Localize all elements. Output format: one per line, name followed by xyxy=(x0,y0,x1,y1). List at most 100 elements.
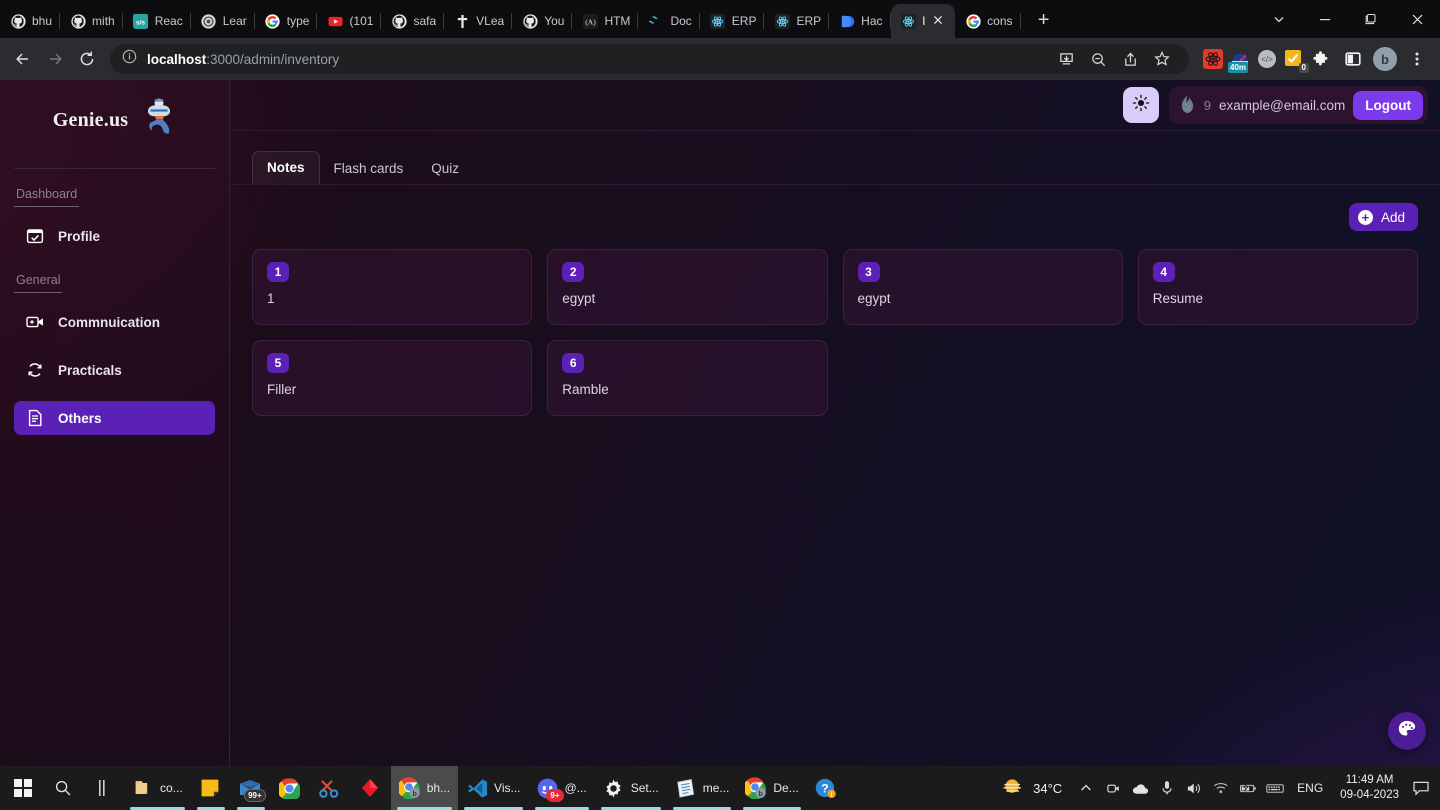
sidebar-item-profile[interactable]: Profile xyxy=(14,219,215,253)
note-title: 1 xyxy=(267,291,275,306)
browser-tab[interactable]: l xyxy=(890,4,956,38)
profile-avatar[interactable]: b xyxy=(1370,44,1400,74)
taskbar-item[interactable]: 99+ xyxy=(231,766,271,810)
three-dot-menu-icon[interactable] xyxy=(1402,44,1432,74)
taskbar-clock[interactable]: 11:49 AM 09-04-2023 xyxy=(1336,773,1403,803)
browser-tab[interactable]: type xyxy=(255,4,318,38)
zoom-out-icon[interactable] xyxy=(1083,44,1113,74)
battery-charging-icon[interactable] xyxy=(1239,779,1257,797)
taskbar-item-badge: 99+ xyxy=(244,789,266,802)
address-bar[interactable]: localhost:3000/admin/inventory xyxy=(110,44,1189,74)
note-card[interactable]: 3 egypt xyxy=(842,249,1123,325)
extension-badge: 40m xyxy=(1228,62,1249,73)
browser-tab[interactable]: mith xyxy=(60,4,123,38)
brand[interactable]: Genie.us xyxy=(0,80,229,160)
sidebar-item-practicals[interactable]: Practicals xyxy=(14,353,215,387)
note-card[interactable]: 2 egypt xyxy=(547,249,828,325)
browser-tab[interactable]: Hac xyxy=(829,4,891,38)
share-icon[interactable] xyxy=(1115,44,1145,74)
wifi-icon[interactable] xyxy=(1212,779,1230,797)
taskbar-item[interactable]: Set... xyxy=(595,766,667,810)
reload-icon[interactable] xyxy=(72,44,102,74)
onedrive-cloud-icon[interactable] xyxy=(1131,779,1149,797)
browser-tab[interactable]: bhu xyxy=(0,4,61,38)
back-arrow-icon[interactable] xyxy=(8,44,38,74)
browser-tab[interactable]: ERP xyxy=(764,4,830,38)
tab-quiz[interactable]: Quiz xyxy=(417,153,473,184)
browser-tab[interactable]: cons xyxy=(955,4,1021,38)
logout-button[interactable]: Logout xyxy=(1353,90,1423,120)
note-number-badge: 6 xyxy=(562,353,585,373)
tasks-extension[interactable]: 0 xyxy=(1284,49,1309,73)
taskbar-item[interactable]: co... xyxy=(124,766,191,810)
browser-tab[interactable]: s/s Reac xyxy=(123,4,191,38)
add-button[interactable]: + Add xyxy=(1348,203,1418,231)
input-language[interactable]: ENG xyxy=(1293,781,1327,795)
svg-text:s/s: s/s xyxy=(136,19,145,26)
browser-tab[interactable]: (101 xyxy=(317,4,382,38)
tab-notes[interactable]: Notes xyxy=(252,151,320,184)
taskbar-item[interactable] xyxy=(271,766,311,810)
note-card[interactable]: 4 Resume xyxy=(1137,249,1418,325)
tab-close-icon[interactable] xyxy=(931,13,947,29)
chevron-up-icon[interactable] xyxy=(1077,779,1095,797)
taskbar-item[interactable]: b bh... xyxy=(390,766,459,810)
side-panel-icon[interactable] xyxy=(1338,44,1368,74)
sidebar-item-label: Commnuication xyxy=(58,314,161,330)
react-icon xyxy=(774,13,790,29)
app-sidebar: Genie.us Dashboard Profile General Commnuic… xyxy=(0,80,230,766)
react-devtools-extension[interactable] xyxy=(1203,49,1223,69)
puzzle-extensions-icon[interactable] xyxy=(1306,44,1336,74)
video-add-icon xyxy=(26,313,44,331)
speaker-icon[interactable] xyxy=(1185,779,1203,797)
note-card[interactable]: 5 Filler xyxy=(252,340,533,416)
sidebar-item-commnuication[interactable]: Commnuication xyxy=(14,305,215,339)
bookmark-star-icon[interactable] xyxy=(1147,44,1177,74)
calendar-check-icon xyxy=(26,227,44,245)
code-extension[interactable]: </> xyxy=(1257,49,1277,69)
browser-tab[interactable]: ERP xyxy=(700,4,765,38)
plus-circle-icon: + xyxy=(1357,209,1373,225)
github-icon xyxy=(10,13,26,29)
taskbar-item[interactable]: b De... xyxy=(737,766,806,810)
taskbar-item[interactable]: Vis... xyxy=(458,766,528,810)
microphone-icon[interactable] xyxy=(1158,779,1176,797)
notification-chat-icon[interactable] xyxy=(1412,779,1430,797)
tab-search-chevron-icon[interactable] xyxy=(1256,0,1302,38)
forward-arrow-icon[interactable] xyxy=(40,44,70,74)
svg-text:i: i xyxy=(831,791,833,798)
info-circle-icon[interactable] xyxy=(122,49,137,69)
taskbar-item[interactable]: me... xyxy=(667,766,738,810)
camera-icon[interactable] xyxy=(1104,779,1122,797)
taskbar-item[interactable]: ? i xyxy=(807,766,847,810)
taskbar-search-button[interactable] xyxy=(44,766,84,810)
start-button[interactable] xyxy=(4,766,44,810)
install-icon[interactable] xyxy=(1051,44,1081,74)
close-icon[interactable] xyxy=(1394,0,1440,38)
timer-extension[interactable]: 40m xyxy=(1228,49,1250,73)
note-card[interactable]: 11 xyxy=(252,249,533,325)
theme-palette-fab[interactable] xyxy=(1388,712,1426,750)
browser-tab[interactable]: VLea xyxy=(444,4,513,38)
task-view-button[interactable] xyxy=(84,766,124,810)
restore-icon[interactable] xyxy=(1348,0,1394,38)
sidebar-item-others[interactable]: Others xyxy=(14,401,215,435)
add-button-label: Add xyxy=(1380,209,1405,225)
taskbar-item[interactable] xyxy=(191,766,231,810)
browser-tab[interactable]: safa xyxy=(381,4,445,38)
keyboard-icon[interactable] xyxy=(1266,779,1284,797)
taskbar-weather[interactable]: 34°C xyxy=(996,777,1068,800)
browser-tab[interactable]: You xyxy=(512,4,573,38)
minimize-icon[interactable] xyxy=(1302,0,1348,38)
new-tab-button[interactable]: + xyxy=(1029,5,1059,35)
browser-tab[interactable]: (A) HTM xyxy=(572,4,639,38)
taskbar-item[interactable]: 9+ @... xyxy=(529,766,595,810)
taskbar-item[interactable] xyxy=(351,766,391,810)
browser-tab[interactable]: Doc xyxy=(638,4,700,38)
browser-tab[interactable]: Lear xyxy=(191,4,255,38)
browser-tab-title: Reac xyxy=(154,14,183,28)
taskbar-item[interactable] xyxy=(311,766,351,810)
note-card[interactable]: 6 Ramble xyxy=(547,340,828,416)
theme-toggle-button[interactable] xyxy=(1122,87,1159,123)
tab-flash-cards[interactable]: Flash cards xyxy=(320,153,418,184)
